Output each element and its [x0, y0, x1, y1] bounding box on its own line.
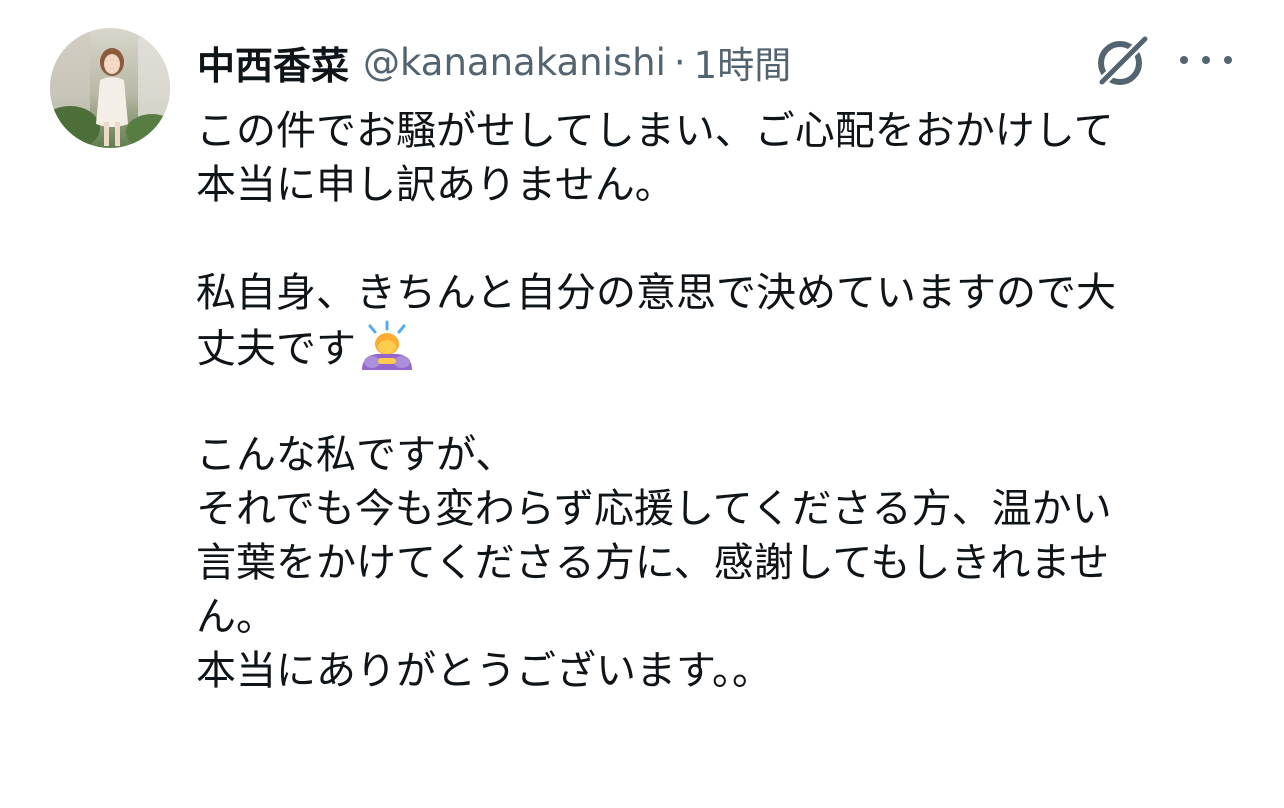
tweet-text-line: こんな私ですが、: [196, 432, 516, 478]
tweet-text-line: 本当にありがとうございます。。: [196, 648, 772, 694]
more-dot: [1180, 56, 1188, 64]
tweet-text-line: それでも今も変わらず応援してくださる方、温かい: [196, 486, 1112, 532]
more-dot: [1224, 56, 1232, 64]
tweet-text-line: ん。: [196, 594, 276, 640]
tweet-text-line-with-emoji: 丈夫です: [196, 320, 1256, 374]
tweet-text-line: 言葉をかけてくださる方に、感謝してもしきれませ: [196, 540, 1110, 586]
grok-slash-circle-icon: [1096, 34, 1150, 88]
display-name[interactable]: 中西香菜: [197, 35, 349, 90]
more-options-button[interactable]: [1180, 40, 1232, 80]
timestamp[interactable]: 1時間: [694, 35, 792, 89]
tweet-text-line: この件でお騒がせしてしまい、ご心配をおかけして: [196, 108, 1114, 154]
more-dot: [1202, 56, 1210, 64]
tweet-text-line: 私自身、きちんと自分の意思で決めていますので大: [196, 270, 1116, 316]
tweet-text-fragment: 丈夫です: [196, 326, 356, 372]
person-bowing-emoji: [362, 320, 412, 370]
avatar-photo: [50, 28, 170, 148]
user-handle[interactable]: @kananakanishi: [363, 41, 666, 84]
separator-dot: ·: [673, 40, 686, 84]
avatar[interactable]: [50, 28, 170, 148]
tweet-header: 中西香菜 @kananakanishi · 1時間: [197, 34, 791, 90]
tweet-text-line: 本当に申し訳ありません。: [196, 162, 675, 208]
tweet-text: この件でお騒がせしてしまい、ご心配をおかけして 本当に申し訳ありません。 私自身…: [196, 104, 1256, 698]
grok-button[interactable]: [1092, 32, 1154, 90]
tweet-card[interactable]: 中西香菜 @kananakanishi · 1時間 この件でお騒がせしてしまい、…: [0, 0, 1284, 808]
